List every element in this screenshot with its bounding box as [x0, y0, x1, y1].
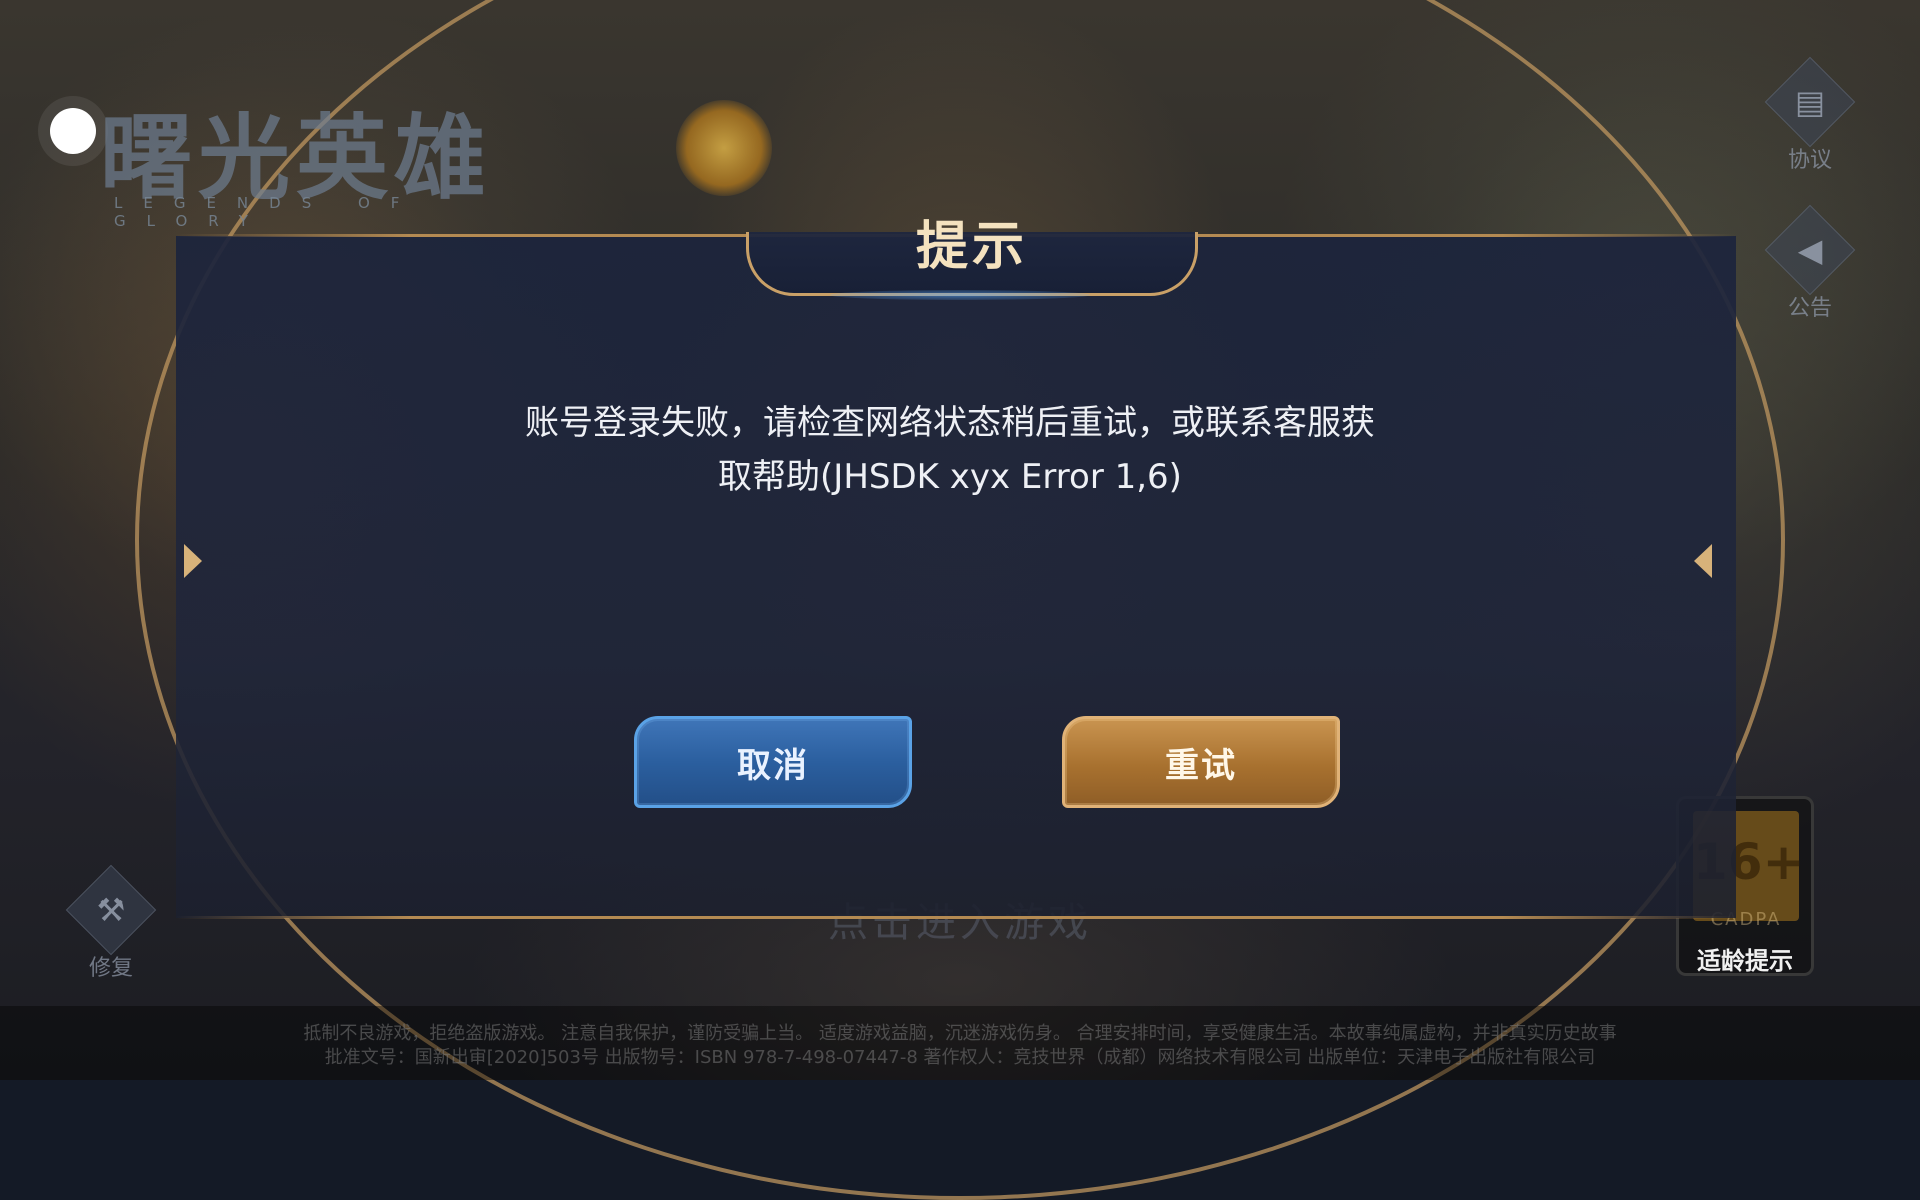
dialog-title: 提示	[915, 217, 1028, 277]
announcement-label: 公告	[1787, 296, 1832, 321]
repair-label: 修复	[88, 956, 133, 981]
announcement-button[interactable]: ◀ 公告	[1760, 204, 1860, 322]
agreement-label: 协议	[1787, 148, 1832, 173]
dialog-title-glow	[830, 290, 1090, 300]
floating-assistant-button[interactable]	[50, 108, 96, 154]
age-rating-label: 适龄提示	[1697, 947, 1793, 975]
dialog-message-line-1: 账号登录失败，请检查网络状态稍后重试，或联系客服获	[525, 403, 1375, 443]
logo-subtitle-en: LEGENDS OF GLORY	[114, 194, 421, 230]
announcement-icon-frame: ◀	[1764, 204, 1856, 296]
legal-footer: 抵制不良游戏，拒绝盗版游戏。 注意自我保护，谨防受骗上当。 适度游戏益脑，沉迷游…	[0, 1006, 1920, 1080]
megaphone-icon: ◀	[1797, 231, 1823, 269]
dialog-message: 账号登录失败，请检查网络状态稍后重试，或联系客服获 取帮助(JHSDK xyx …	[470, 396, 1430, 504]
retry-button[interactable]: 重试	[1062, 716, 1340, 808]
dialog-bottom-border	[176, 916, 1736, 919]
dialog-message-line-2: 取帮助(JHSDK xyx Error 1,6)	[718, 457, 1182, 497]
legal-line-1: 抵制不良游戏，拒绝盗版游戏。 注意自我保护，谨防受骗上当。 适度游戏益脑，沉迷游…	[303, 1023, 1617, 1044]
legal-line-2: 批准文号：国新出审[2020]503号 出版物号：ISBN 978-7-498-…	[324, 1047, 1596, 1068]
left-arrow-icon	[184, 544, 202, 578]
cancel-button[interactable]: 取消	[634, 716, 912, 808]
document-check-icon: ▤	[1794, 83, 1826, 121]
dialog-panel	[176, 236, 1736, 918]
agreement-icon-frame: ▤	[1764, 56, 1856, 148]
right-arrow-icon	[1694, 544, 1712, 578]
agreement-button[interactable]: ▤ 协议	[1760, 56, 1860, 174]
game-logo: 曙光英雄 LEGENDS OF GLORY	[30, 90, 590, 230]
